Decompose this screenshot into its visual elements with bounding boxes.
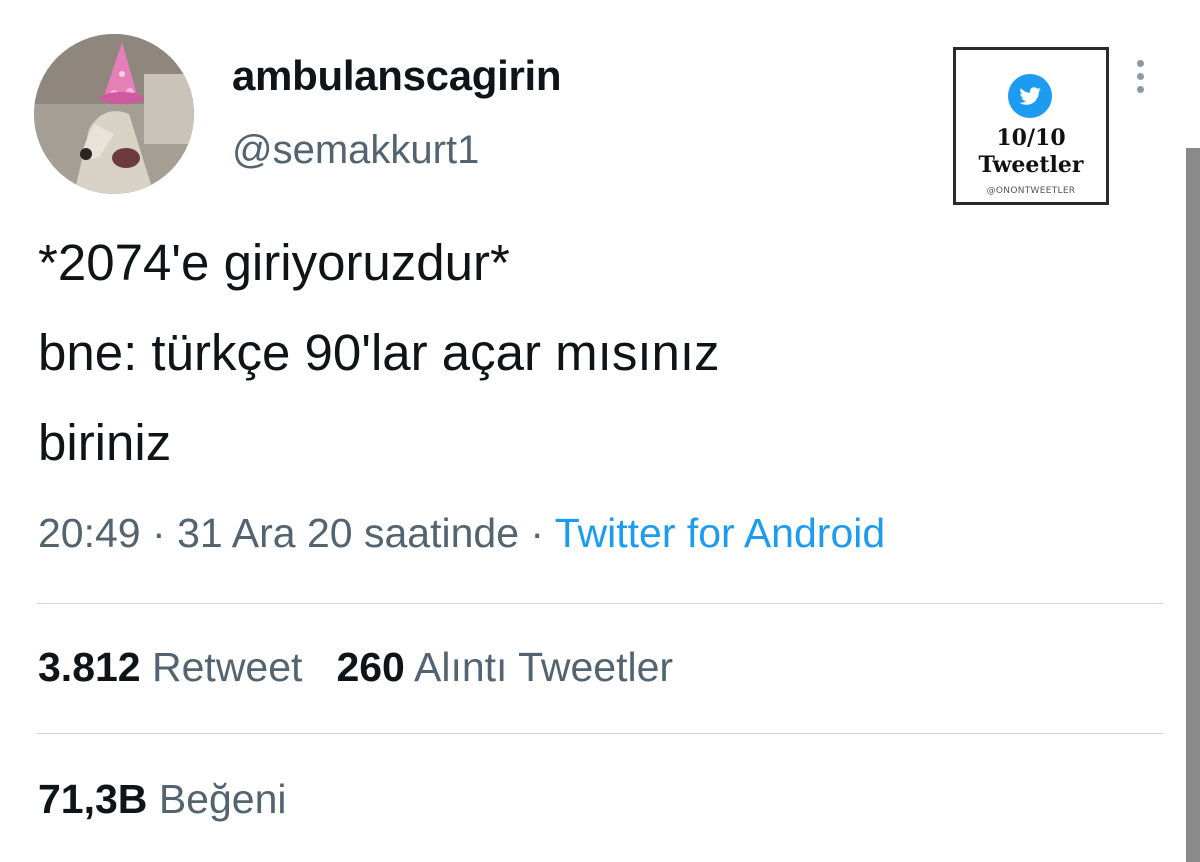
likes-count: 71,3B bbox=[38, 776, 148, 822]
retweets-count: 3.812 bbox=[38, 644, 141, 690]
watermark-score: 10/10 bbox=[996, 125, 1066, 151]
retweets-link[interactable]: 3.812 Retweet bbox=[38, 644, 302, 690]
likes-link[interactable]: 71,3B Beğeni bbox=[38, 776, 287, 822]
tweet-text: *2074'e giriyoruzdur* bne: türkçe 90'lar… bbox=[38, 218, 1148, 488]
avatar[interactable] bbox=[34, 34, 194, 194]
quotes-count: 260 bbox=[336, 644, 405, 690]
watermark-handle: @ONONTWEETLER bbox=[986, 186, 1076, 196]
likes-label: Beğeni bbox=[158, 776, 287, 822]
retweets-label: Retweet bbox=[152, 644, 303, 690]
divider bbox=[36, 733, 1164, 734]
tweet-text-line: *2074'e giriyoruzdur* bbox=[38, 234, 510, 291]
separator: · bbox=[530, 510, 545, 556]
tweet-text-line: bne: türkçe 90'lar açar mısınız bbox=[38, 324, 720, 381]
watermark-label: Tweetler bbox=[978, 152, 1084, 178]
author-handle[interactable]: @semakkurt1 bbox=[232, 128, 479, 173]
scrollbar[interactable] bbox=[1186, 148, 1200, 862]
tweet-date[interactable]: 31 Ara 20 saatinde bbox=[177, 510, 519, 556]
retweet-stats-row: 3.812 Retweet 260 Alıntı Tweetler bbox=[38, 644, 673, 691]
tweet-metadata: 20:49 · 31 Ara 20 saatinde · Twitter for… bbox=[38, 510, 885, 557]
twitter-bird-icon bbox=[1008, 74, 1052, 118]
quotes-link[interactable]: 260 Alıntı Tweetler bbox=[336, 644, 673, 690]
watermark-badge: 10/10 Tweetler @ONONTWEETLER bbox=[953, 47, 1109, 205]
avatar-dog-photo bbox=[34, 34, 194, 194]
tweet-time[interactable]: 20:49 bbox=[38, 510, 141, 556]
tweet-source-link[interactable]: Twitter for Android bbox=[555, 510, 885, 556]
divider bbox=[36, 603, 1164, 604]
more-options-icon[interactable] bbox=[1130, 60, 1150, 100]
likes-stats-row: 71,3B Beğeni bbox=[38, 776, 287, 823]
separator: · bbox=[152, 510, 166, 556]
quotes-label: Alıntı Tweetler bbox=[414, 644, 674, 690]
author-display-name[interactable]: ambulanscagirin bbox=[232, 52, 562, 100]
tweet-text-line: biriniz bbox=[38, 414, 172, 471]
